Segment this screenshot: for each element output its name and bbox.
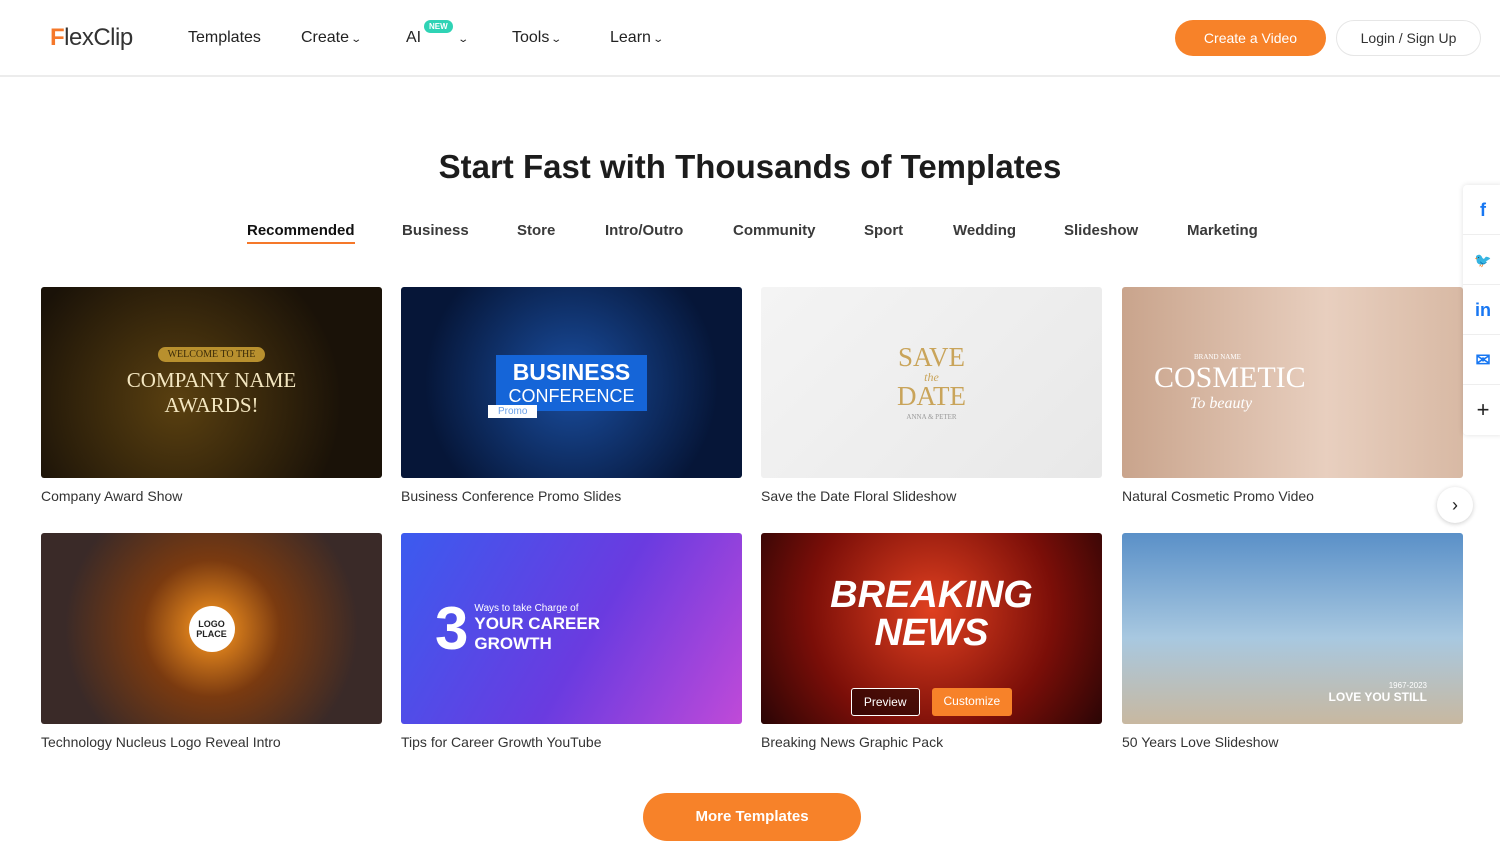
create-video-button[interactable]: Create a Video <box>1175 20 1326 56</box>
more-templates-button[interactable]: More Templates <box>643 793 861 841</box>
thumb-text: WELCOME TO THE <box>157 347 266 362</box>
template-thumbnail[interactable]: 3 Ways to take Charge of YOUR CAREER GRO… <box>401 533 742 724</box>
tab-community[interactable]: Community <box>733 222 816 239</box>
thumb-text: Promo <box>488 405 538 418</box>
nav-templates[interactable]: Templates <box>188 29 261 47</box>
nav-tools[interactable]: Tools⌄ <box>512 29 563 47</box>
thumb-text: PLACE <box>196 628 227 639</box>
logo-mark: F <box>50 24 65 51</box>
email-icon[interactable]: ✉ <box>1463 335 1500 385</box>
template-card[interactable]: BUSINESS CONFERENCE Promo Business Confe… <box>401 287 742 504</box>
template-thumbnail[interactable]: LOGO PLACE <box>41 533 382 724</box>
template-card[interactable]: SAVE the DATE ANNA & PETER Save the Date… <box>761 287 1102 504</box>
thumb-text: DATE <box>897 381 966 411</box>
site-header: FlexClip Templates Create⌄ AI ⌄ NEW Tools… <box>0 0 1500 77</box>
template-thumbnail[interactable]: 1967-2023 LOVE YOU STILL <box>1122 533 1463 724</box>
thumb-text: NEWS <box>874 611 989 654</box>
thumb-text: 3 <box>435 595 469 662</box>
template-thumbnail[interactable]: BRAND NAME COSMETIC To beauty <box>1122 287 1463 478</box>
nav-label: AI <box>406 29 422 46</box>
tab-slideshow[interactable]: Slideshow <box>1064 222 1138 239</box>
thumb-text: COSMETIC <box>1154 360 1306 394</box>
template-title[interactable]: Save the Date Floral Slideshow <box>761 488 1102 504</box>
logo-text: lexClip <box>64 24 133 51</box>
template-thumbnail[interactable]: WELCOME TO THE COMPANY NAME AWARDS! <box>41 287 382 478</box>
chevron-right-icon[interactable]: › <box>1437 487 1473 523</box>
tab-business[interactable]: Business <box>402 222 469 239</box>
template-thumbnail[interactable]: SAVE the DATE ANNA & PETER <box>761 287 1102 478</box>
chevron-down-icon: ⌄ <box>457 34 470 45</box>
thumb-text: BRAND NAME <box>1194 352 1241 361</box>
template-title[interactable]: Technology Nucleus Logo Reveal Intro <box>41 734 382 750</box>
template-title[interactable]: Natural Cosmetic Promo Video <box>1122 488 1463 504</box>
chevron-down-icon: ⌄ <box>652 34 664 45</box>
thumb-text: BUSINESS <box>512 358 631 385</box>
page-title: Start Fast with Thousands of Templates <box>438 148 1062 185</box>
template-title[interactable]: Breaking News Graphic Pack <box>761 734 1102 750</box>
new-badge: NEW <box>424 20 453 33</box>
flexclip-logo[interactable]: FlexClip <box>50 24 133 52</box>
tab-sport[interactable]: Sport <box>864 222 903 239</box>
template-thumbnail[interactable]: BREAKING NEWS Preview Customize <box>761 533 1102 724</box>
customize-button[interactable]: Customize <box>931 688 1013 716</box>
nav-label: Learn <box>610 29 651 46</box>
thumb-text: 1967-2023 <box>1388 681 1427 690</box>
nav-label: Create <box>301 29 350 46</box>
template-title[interactable]: 50 Years Love Slideshow <box>1122 734 1463 750</box>
thumb-text: Ways to take Charge of <box>474 603 579 614</box>
thumb-text: AWARDS! <box>164 393 259 417</box>
nav-label: Templates <box>188 29 261 46</box>
tab-wedding[interactable]: Wedding <box>953 222 1016 239</box>
template-card[interactable]: BREAKING NEWS Preview Customize Breaking… <box>761 533 1102 750</box>
twitter-icon[interactable]: 🐦 <box>1463 235 1500 285</box>
thumb-text: COMPANY NAME <box>126 368 297 392</box>
thumb-text: ANNA & PETER <box>906 413 957 421</box>
thumb-text: LOGO <box>198 618 225 629</box>
thumb-text: CONFERENCE <box>508 385 635 406</box>
thumb-text: LOVE YOU STILL <box>1328 690 1427 704</box>
nav-label: Tools <box>512 29 550 46</box>
linkedin-icon[interactable]: in <box>1463 285 1500 335</box>
template-title[interactable]: Business Conference Promo Slides <box>401 488 742 504</box>
nav-learn[interactable]: Learn⌄ <box>610 29 664 47</box>
plus-icon[interactable]: + <box>1463 385 1500 435</box>
template-card[interactable]: BRAND NAME COSMETIC To beauty Natural Co… <box>1122 287 1463 504</box>
tab-recommended[interactable]: Recommended <box>247 222 355 244</box>
tab-store[interactable]: Store <box>517 222 555 239</box>
template-card[interactable]: WELCOME TO THE COMPANY NAME AWARDS! Comp… <box>41 287 382 504</box>
tab-marketing[interactable]: Marketing <box>1187 222 1258 239</box>
preview-button[interactable]: Preview <box>850 688 920 716</box>
thumb-text: BREAKING <box>830 573 1033 616</box>
template-card[interactable]: LOGO PLACE Technology Nucleus Logo Reveal… <box>41 533 382 750</box>
template-card[interactable]: 3 Ways to take Charge of YOUR CAREER GRO… <box>401 533 742 750</box>
template-thumbnail[interactable]: BUSINESS CONFERENCE Promo <box>401 287 742 478</box>
share-sidebar: f 🐦 in ✉ + <box>1463 185 1500 435</box>
thumb-text: YOUR CAREER <box>474 614 600 633</box>
thumb-text: To beauty <box>1190 394 1253 412</box>
template-title[interactable]: Company Award Show <box>41 488 382 504</box>
tab-intro-outro[interactable]: Intro/Outro <box>605 222 683 239</box>
chevron-down-icon: ⌄ <box>350 34 363 45</box>
chevron-down-icon: ⌄ <box>550 34 563 45</box>
facebook-icon[interactable]: f <box>1463 185 1500 235</box>
thumb-text: SAVE <box>897 342 966 372</box>
login-signup-button[interactable]: Login / Sign Up <box>1336 20 1481 56</box>
template-card[interactable]: 1967-2023 LOVE YOU STILL 50 Years Love S… <box>1122 533 1463 750</box>
nav-create[interactable]: Create⌄ <box>301 29 363 47</box>
template-title[interactable]: Tips for Career Growth YouTube <box>401 734 742 750</box>
thumb-text: GROWTH <box>474 634 552 653</box>
